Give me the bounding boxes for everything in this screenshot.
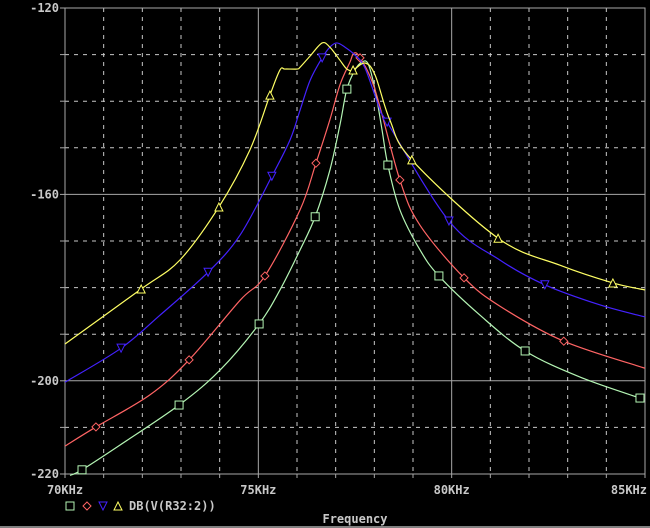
square-marker <box>77 465 87 475</box>
series-layer <box>64 41 646 476</box>
legend-diamond-icon <box>82 501 92 511</box>
legend-triangle-down-icon <box>98 501 108 512</box>
square-marker <box>520 346 530 356</box>
legend-square-icon <box>65 501 75 511</box>
x-tick-label: 70KHz <box>47 483 83 497</box>
legend-triangle-up-icon <box>113 500 123 511</box>
square-marker <box>342 84 352 94</box>
trace-1[interactable] <box>69 60 645 476</box>
trace-2[interactable] <box>64 52 646 447</box>
y-tick-label: -220 <box>30 467 59 481</box>
y-tick-label: -120 <box>30 1 59 15</box>
y-tick-label: -160 <box>30 187 59 201</box>
triangle-down-marker <box>317 53 327 63</box>
axes <box>60 7 646 478</box>
probe-plot: -120 -160 -200 -220 70KHz 75KHz 80KHz 85KHz DB(… <box>30 1 647 526</box>
triangle-up-marker <box>608 277 618 288</box>
triangle-up-marker <box>265 90 275 100</box>
x-tick-label: 85KHz <box>611 483 647 497</box>
legend[interactable]: DB(V(R32:2)) <box>65 499 216 513</box>
trace-line[interactable] <box>69 60 641 476</box>
square-marker <box>383 160 393 170</box>
triangle-up-marker <box>214 201 224 212</box>
diamond-marker <box>91 422 101 432</box>
diamond-marker <box>260 271 270 281</box>
x-axis-label: Frequency <box>322 512 387 526</box>
square-marker <box>254 319 264 329</box>
triangle-down-marker <box>116 343 126 354</box>
triangle-up-marker <box>493 233 503 243</box>
square-marker <box>174 400 184 410</box>
diamond-marker <box>311 158 321 168</box>
trace-3[interactable] <box>64 42 646 383</box>
y-tick-label: -200 <box>30 374 59 388</box>
square-marker <box>310 212 320 222</box>
square-marker <box>434 271 444 281</box>
diamond-marker <box>395 175 405 185</box>
trace-line[interactable] <box>64 41 646 345</box>
trace-4[interactable] <box>64 41 646 345</box>
trace-line[interactable] <box>64 52 646 447</box>
legend-label[interactable]: DB(V(R32:2)) <box>129 499 216 513</box>
trace-line[interactable] <box>64 42 646 383</box>
triangle-down-marker <box>267 171 277 182</box>
square-marker <box>635 393 645 403</box>
triangle-up-marker <box>136 283 146 294</box>
x-tick-label: 80KHz <box>434 483 470 497</box>
x-tick-label: 75KHz <box>240 483 276 497</box>
diamond-marker <box>559 336 569 346</box>
grid <box>64 7 646 475</box>
tick-labels: -120 -160 -200 -220 70KHz 75KHz 80KHz 85KHz <box>30 1 647 497</box>
